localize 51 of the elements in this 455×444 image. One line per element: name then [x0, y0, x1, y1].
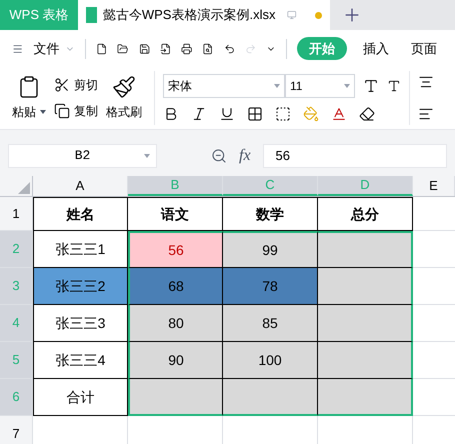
column-header[interactable]: E — [413, 176, 455, 196]
italic-icon[interactable] — [191, 106, 207, 122]
table-cell: 张三三3 — [33, 305, 128, 342]
font-select[interactable]: 宋体 — [163, 74, 285, 98]
table-cell: 99 — [223, 231, 318, 268]
ribbon-tab[interactable]: 插入 — [357, 38, 395, 58]
format-painter-button[interactable]: 格式刷 — [106, 75, 142, 121]
paste-button[interactable]: 粘贴 — [12, 75, 46, 121]
underline-icon[interactable] — [219, 106, 235, 122]
row-header[interactable]: 7 — [0, 416, 33, 444]
file-menu[interactable]: 文件 — [33, 38, 60, 58]
brush-icon — [112, 75, 136, 99]
table-cell: 68 — [128, 268, 223, 305]
row-header[interactable]: 1 — [0, 197, 33, 231]
fill-color-icon[interactable] — [303, 106, 319, 122]
align-center-icon[interactable] — [418, 74, 434, 90]
copy-button[interactable]: 复制 — [54, 102, 98, 120]
table-cell: 总分 — [318, 197, 413, 231]
table-cell: 78 — [223, 268, 318, 305]
monitor-icon[interactable] — [287, 8, 297, 22]
table-cell: 数学 — [223, 197, 318, 231]
align-left-icon[interactable] — [418, 106, 434, 122]
border-icon[interactable] — [247, 106, 263, 122]
table-cell: 张三三2 — [33, 268, 128, 305]
table-cell: 56 — [128, 231, 223, 268]
eraser-icon[interactable] — [359, 106, 375, 122]
function-label[interactable]: fx — [239, 144, 251, 168]
table-cell: 张三三1 — [33, 231, 128, 268]
table-cell: 张三三4 — [33, 342, 128, 379]
caret-icon — [144, 154, 150, 158]
copy-icon — [54, 103, 70, 119]
font-size-select[interactable]: 11 — [285, 74, 355, 98]
cut-button[interactable]: 剪切 — [54, 76, 98, 94]
table-cell: 合计 — [33, 379, 128, 416]
tab-title: 懿古今WPS表格演示案例.xlsx — [102, 6, 276, 24]
table-cell: 姓名 — [33, 197, 128, 231]
scissors-icon — [54, 77, 70, 93]
formula-field[interactable]: 56 — [262, 144, 447, 168]
ribbon-tab[interactable]: 页面 — [405, 38, 443, 58]
document-tab[interactable]: 懿古今WPS表格演示案例.xlsx — [78, 0, 330, 30]
font-color-icon[interactable] — [331, 106, 347, 122]
table-cell: 90 — [128, 342, 223, 379]
table-cell: 80 — [128, 305, 223, 342]
caret-icon — [40, 110, 46, 114]
caret-icon — [274, 84, 280, 88]
name-box[interactable]: B2 — [8, 144, 157, 168]
zoom-out-icon[interactable] — [211, 148, 227, 164]
table-cell: 85 — [223, 305, 318, 342]
table-cell: 100 — [223, 342, 318, 379]
table-cell: 语文 — [128, 197, 223, 231]
caret-icon — [344, 84, 350, 88]
